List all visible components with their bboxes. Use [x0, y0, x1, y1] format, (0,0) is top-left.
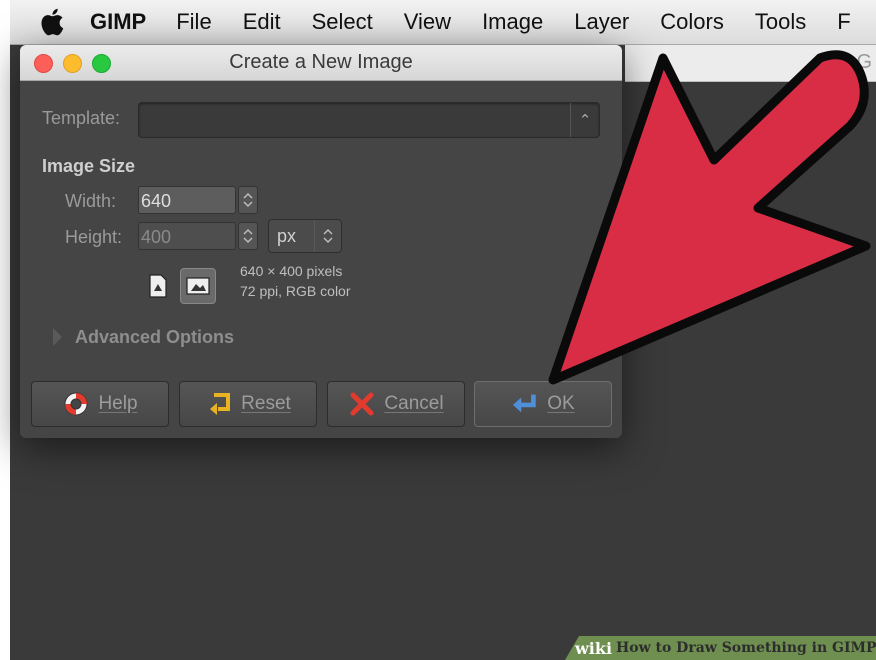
unit-value: px	[277, 226, 297, 246]
create-new-image-dialog: Create a New Image Template: ⌃ Image Siz…	[20, 45, 622, 438]
enter-arrow-icon	[511, 390, 539, 418]
height-stepper[interactable]	[238, 222, 258, 250]
menu-tools[interactable]: Tools	[755, 9, 806, 35]
menu-image[interactable]: Image	[482, 9, 543, 35]
canvas-title-partial: G	[856, 51, 872, 73]
help-label: Help	[98, 393, 138, 414]
menu-gimp[interactable]: GIMP	[90, 9, 146, 35]
menu-filters-partial[interactable]: F	[837, 9, 850, 35]
expander-triangle-icon[interactable]	[53, 328, 62, 346]
landscape-orientation-icon[interactable]	[180, 268, 216, 304]
stepper-icon	[243, 228, 253, 244]
apple-icon[interactable]	[40, 8, 64, 36]
height-label: Height:	[65, 227, 123, 247]
template-select[interactable]: ⌃	[138, 102, 600, 138]
dialog-title: Create a New Image	[229, 51, 413, 73]
menu-file[interactable]: File	[176, 9, 211, 35]
menu-view[interactable]: View	[404, 9, 451, 35]
menu-select[interactable]: Select	[312, 9, 373, 35]
advanced-options-toggle[interactable]: Advanced Options	[75, 327, 234, 348]
select-arrows-icon	[314, 220, 341, 252]
stepper-icon	[243, 192, 253, 208]
watermark-brand: wiki	[575, 638, 613, 658]
watermark-text: How to Draw Something in GIMP	[616, 640, 876, 656]
canvas-window-titlebar: G	[625, 45, 876, 82]
menu-layer[interactable]: Layer	[574, 9, 629, 35]
cancel-label: Cancel	[384, 393, 444, 414]
wikihow-watermark: wiki How to Draw Something in GIMP	[565, 636, 876, 660]
help-button[interactable]: Help	[31, 381, 169, 427]
cancel-x-icon	[348, 390, 376, 418]
reset-icon	[205, 390, 233, 418]
image-resolution-info: 72 ppi, RGB color	[240, 283, 351, 299]
menu-bar: GIMP File Edit Select View Image Layer C…	[10, 0, 876, 45]
dialog-titlebar: Create a New Image	[20, 45, 622, 81]
image-dimensions-info: 640 × 400 pixels	[240, 263, 343, 279]
reset-button[interactable]: Reset	[179, 381, 317, 427]
ok-button[interactable]: OK	[474, 381, 612, 427]
height-input[interactable]: 400	[138, 222, 236, 250]
template-label: Template:	[42, 108, 121, 128]
lifebuoy-icon	[62, 390, 90, 418]
cancel-button[interactable]: Cancel	[327, 381, 465, 427]
select-arrows-icon: ⌃	[570, 103, 599, 137]
portrait-orientation-icon[interactable]	[140, 268, 176, 304]
width-label: Width:	[65, 191, 117, 211]
reset-label: Reset	[241, 393, 291, 414]
menu-colors[interactable]: Colors	[660, 9, 724, 35]
width-stepper[interactable]	[238, 186, 258, 214]
menu-edit[interactable]: Edit	[243, 9, 281, 35]
ok-label: OK	[547, 393, 575, 414]
unit-select[interactable]: px	[268, 219, 342, 253]
image-size-heading: Image Size	[42, 156, 136, 176]
width-input[interactable]: 640	[138, 186, 236, 214]
